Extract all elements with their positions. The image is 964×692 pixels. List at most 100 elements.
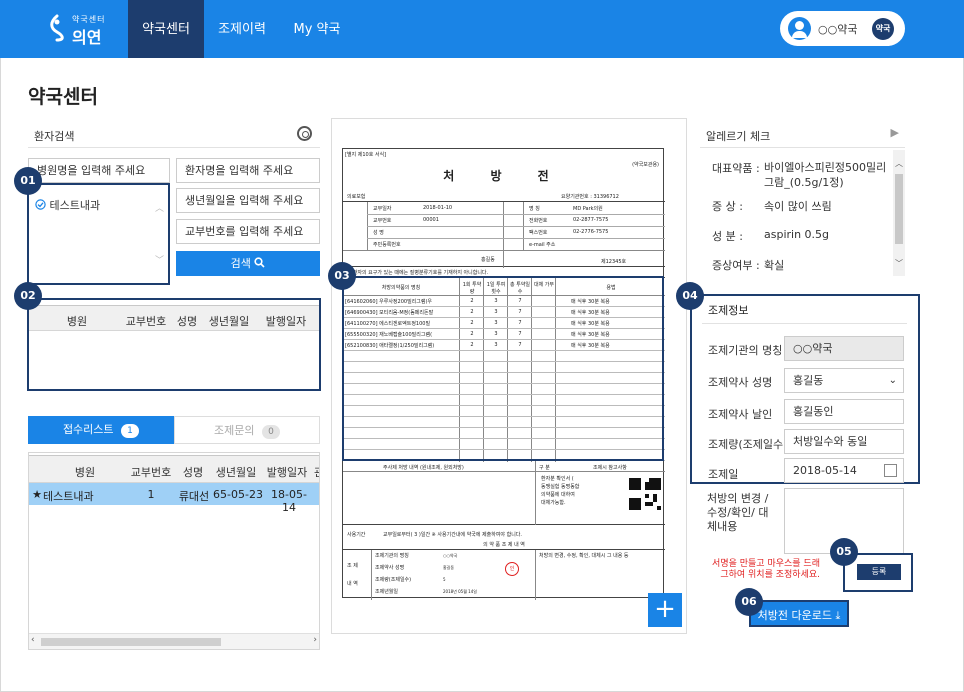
dispense-date-value: 2018-05-14: [793, 464, 857, 477]
doc-license: 제12345호: [601, 259, 627, 265]
nav-dispense-history[interactable]: 조제이력: [207, 0, 277, 58]
result-table-header: 병원 교부번호 성명 생년월일 발행일자: [29, 305, 319, 331]
birthdate-input[interactable]: 생년월일을 입력해 주세요: [176, 188, 320, 213]
doc-fax: 02-2776-7575: [573, 229, 609, 235]
table-row[interactable]: ★ 테스트내과 1 류대선 65-05-23 18-05-14: [29, 483, 319, 514]
nav-pharmacy-center[interactable]: 약국센터: [128, 0, 204, 58]
doc-ref-line-2: 동맹실험 동명동합: [541, 484, 580, 490]
scrollbar-thumb[interactable]: [41, 638, 221, 646]
col-date: 발행일자: [265, 315, 307, 328]
logo-mark-icon: [50, 14, 64, 42]
row-date: 18-05-14: [271, 488, 307, 514]
doc-phone: 02-2877-7575: [573, 217, 609, 223]
signature-hint: 서명을 만들고 마우스를 드래그하여 위치를 조정하세요.: [712, 559, 820, 580]
change-content-label: 처방의 변경 /수정/확인/ 대체내용: [707, 492, 769, 533]
check-circle-icon: [35, 199, 46, 210]
form-label-seal: 조제약사 날인: [708, 408, 773, 421]
search-icon: [254, 257, 265, 268]
scroll-up-icon[interactable]: ︿: [895, 158, 903, 169]
allergy-panel-title: 알레르기 체크: [706, 130, 771, 143]
star-icon[interactable]: ★: [31, 488, 43, 501]
doc-ref-line-4: 대체가능함.: [541, 500, 566, 506]
tab-received-list[interactable]: 접수리스트 1: [28, 416, 174, 444]
doc-disp-row-1: 조제기관의 명칭: [375, 553, 409, 559]
doc-ref-line-1: 환자분 확인서 (: [541, 476, 574, 482]
patient-name-input[interactable]: 환자명을 입력해 주세요: [176, 158, 320, 183]
horizontal-scrollbar[interactable]: ‹ ›: [29, 633, 319, 649]
seal-field[interactable]: 홍길동인: [784, 399, 904, 424]
allergy-drug-value: 바이엘아스피린정500밀리그람_(0.5g/1정): [764, 161, 887, 189]
drug-list-highlight: [342, 276, 664, 461]
doc-insurance: 의료보험: [347, 194, 366, 200]
pharmacist-select-value: 홍길동: [793, 374, 824, 387]
gear-icon[interactable]: [297, 126, 312, 141]
user-role-badge: 약국: [872, 18, 894, 40]
col-card-no: 교부번호: [125, 315, 167, 328]
chevron-down-icon[interactable]: ﹀: [155, 253, 164, 266]
doc-issue-date: 2018-01-10: [423, 205, 453, 211]
user-name: ○○약국: [818, 23, 858, 36]
doc-phone-label: 전화번호: [529, 218, 548, 224]
step-marker-02: 02: [14, 282, 42, 310]
card-number-input[interactable]: 교부번호를 입력해 주세요: [176, 219, 320, 244]
allergy-certainty-label: 증상여부 :: [712, 259, 760, 272]
col-extra: 관: [313, 464, 319, 480]
zoom-in-button[interactable]: +: [648, 593, 682, 627]
download-label-text: 처방전 다운로드: [757, 609, 832, 622]
doc-disp-right: 처방의 변경, 수정, 확인, 대체시 그 내용 등: [539, 553, 629, 559]
hospital-list-item-label: 테스트내과: [49, 199, 101, 212]
hospital-search-input[interactable]: 병원명을 입력해 주세요: [28, 158, 170, 183]
register-button[interactable]: 등록: [857, 564, 901, 580]
user-menu[interactable]: ○○약국 약국: [780, 11, 905, 46]
doc-seal-stamp: 인: [505, 562, 519, 576]
top-header: 약국센터 의연 약국센터 조제이력 My 약국 ○○약국 약국: [0, 0, 964, 58]
search-button-label: 검색: [230, 257, 251, 270]
pharmacist-select[interactable]: 홍길동 ⌄: [784, 368, 904, 393]
dispense-date-field[interactable]: 2018-05-14: [784, 458, 904, 483]
doc-disp-row-4: 조제년월일: [375, 589, 399, 595]
allergy-ingredient-label: 성 분 :: [712, 230, 743, 243]
doc-disp-row-2: 조제약사 성명: [375, 565, 405, 571]
allergy-scrollbar[interactable]: ︿ ﹀: [893, 150, 905, 276]
chevron-up-icon[interactable]: ︿: [155, 201, 164, 214]
calendar-icon[interactable]: [884, 464, 897, 477]
form-label-amount: 조제량(조제일수): [708, 438, 788, 451]
row-name: 류대선: [178, 490, 210, 503]
doc-ref-line-3: 의약품에 대하여: [541, 492, 575, 498]
form-label-clinic: 조제기관의 명칭: [708, 344, 783, 357]
doc-clinic-label: 명 칭: [529, 206, 540, 212]
doc-clinic-name: MD Park의원: [573, 206, 603, 212]
doc-issue-no-label: 교부번호: [373, 218, 392, 224]
doc-ref-label: 조제시 참고사항: [593, 465, 627, 471]
amount-field[interactable]: 처방일수와 동일: [784, 429, 904, 454]
doc-form-label: [별지 제10호 서식]: [345, 152, 387, 158]
tab-received-label: 접수리스트: [62, 423, 114, 436]
dispense-info-panel: 조제정보 조제기관의 명칭 ○○약국 조제약사 성명 홍길동 ⌄ 조제약사 날인…: [690, 294, 920, 484]
hospital-dropdown-list[interactable]: 테스트내과 ︿ ﹀: [27, 183, 170, 285]
form-label-date: 조제일: [708, 468, 739, 481]
download-button-label: 처방전 다운로드 ⤓: [751, 607, 847, 623]
hospital-list-item[interactable]: 테스트내과: [35, 197, 100, 213]
scroll-right-icon[interactable]: ›: [313, 635, 317, 645]
doc-inject-section: 주사제 처방 내역 (원내조제, 원외처방) 구 분 조제시 참고사항 환자분 …: [343, 461, 665, 525]
col-card-no: 교부번호: [130, 466, 172, 479]
logo[interactable]: 약국센터 의연: [46, 12, 106, 47]
allergy-certainty-value: 확실: [764, 259, 785, 272]
col-birth: 생년월일: [215, 466, 257, 479]
doc-div-label: 구 분: [539, 465, 550, 471]
chevron-down-icon[interactable]: ⌄: [889, 369, 897, 392]
nav-my-pharmacy[interactable]: My 약국: [285, 0, 349, 58]
caret-right-icon[interactable]: ▶: [891, 126, 899, 139]
tab-inquiry[interactable]: 조제문의 0: [174, 416, 320, 444]
scroll-left-icon[interactable]: ‹: [31, 635, 35, 645]
search-button[interactable]: 검색: [176, 251, 320, 276]
scroll-down-icon[interactable]: ﹀: [895, 258, 903, 269]
scrollbar-thumb[interactable]: [895, 174, 903, 244]
doc-care-no: 요양기관번호 : 31396712: [561, 194, 619, 200]
allergy-ingredient-value: aspirin 0.5g: [764, 228, 830, 241]
allergy-panel-header: 알레르기 체크 ▶: [700, 120, 905, 148]
search-panel-title: 환자검색: [34, 130, 75, 143]
download-prescription-button[interactable]: 처방전 다운로드 ⤓: [749, 600, 849, 627]
step-marker-03: 03: [328, 262, 356, 290]
received-list-table: 병원 교부번호 성명 생년월일 발행일자 관 ★ 테스트내과 1 류대선 65-…: [28, 452, 320, 650]
